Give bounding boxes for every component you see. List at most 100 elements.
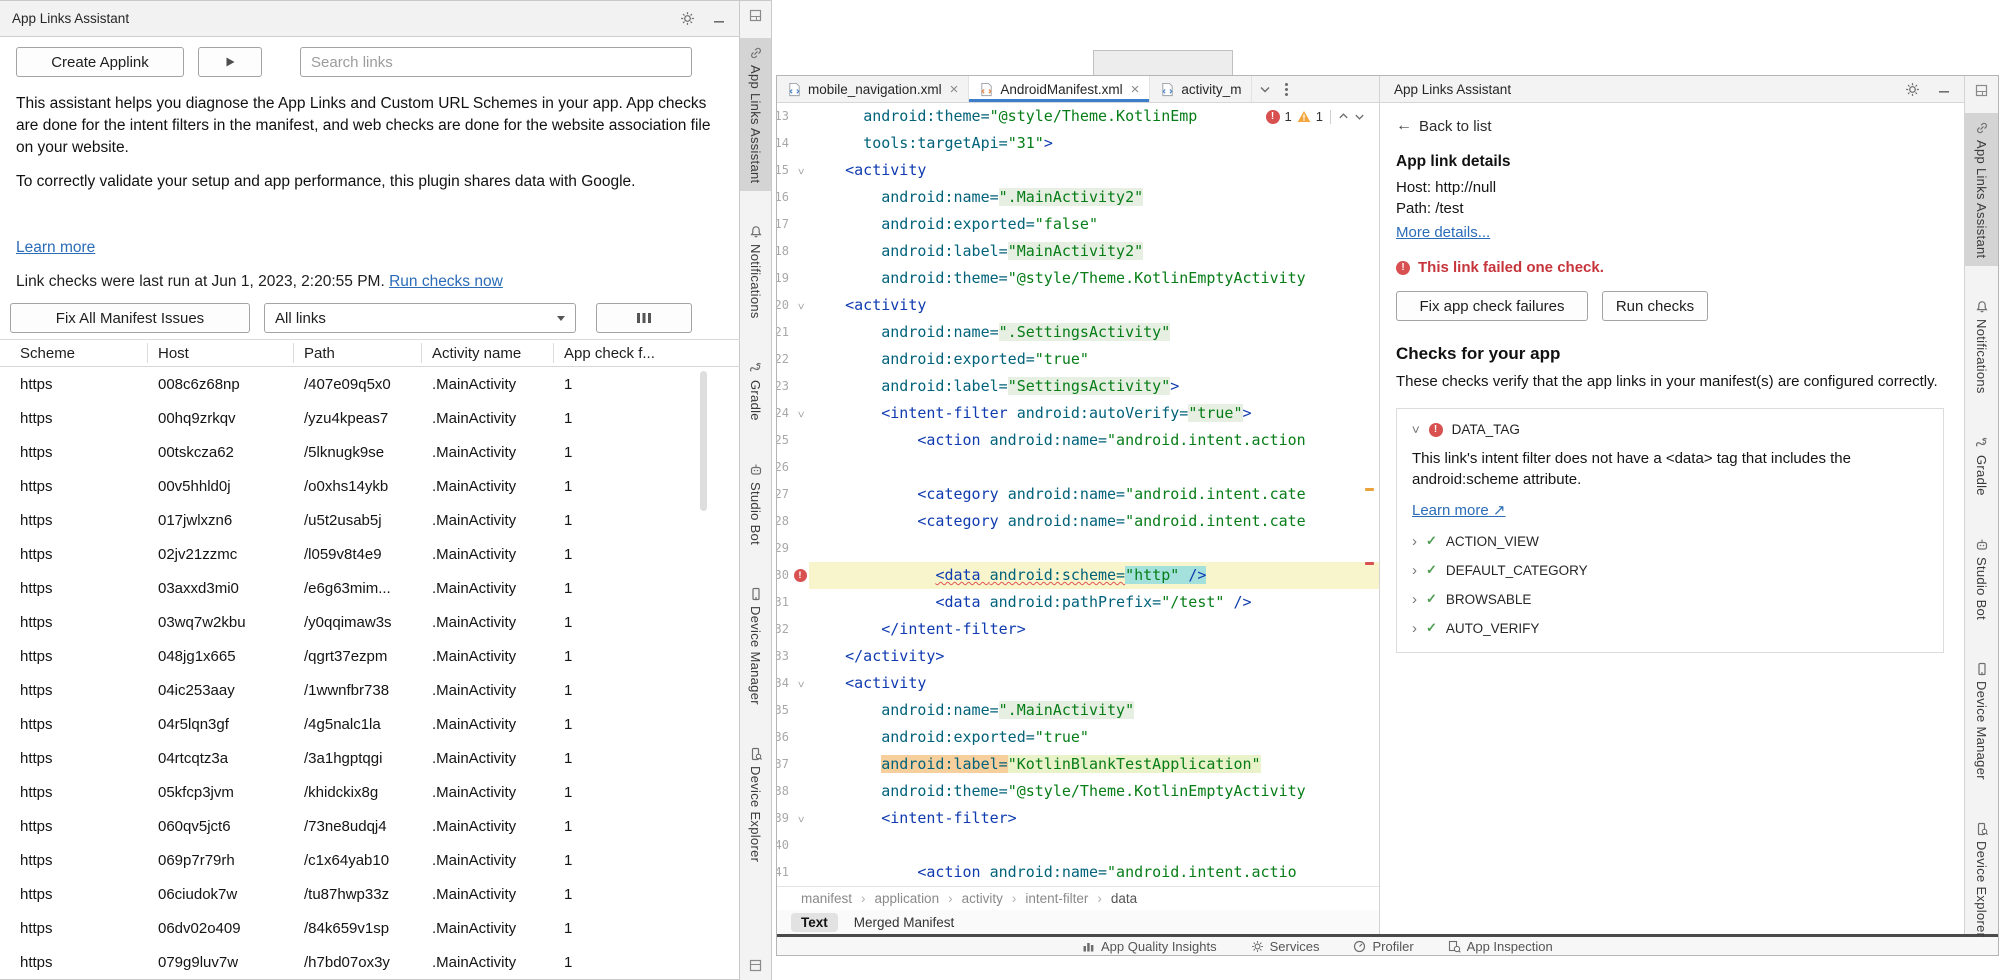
gear-icon[interactable] <box>1905 82 1920 97</box>
fold-icon[interactable] <box>797 291 803 320</box>
table-row[interactable]: https06dv02o409/84k659v1sp.MainActivity1 <box>0 911 740 945</box>
table-row[interactable]: https04rtcqtz3a/3a1hgptqgi.MainActivity1 <box>0 741 740 775</box>
tool-window-icon[interactable] <box>749 9 762 22</box>
code-line[interactable]: 29 <box>777 535 1379 562</box>
tab-text[interactable]: Text <box>791 913 838 932</box>
editor-tab-mobile-navigation-xml[interactable]: mobile_navigation.xml× <box>777 76 969 102</box>
table-row[interactable]: https05kfcp3jvm/khidckix8g.MainActivity1 <box>0 775 740 809</box>
column-header-host[interactable]: Host <box>148 343 294 363</box>
error-stripe-mark[interactable] <box>1365 562 1374 565</box>
tab-options-button[interactable] <box>1278 76 1295 102</box>
run-checks-now-link[interactable]: Run checks now <box>389 273 503 290</box>
tool-strip-item-device-manager[interactable]: Device Manager <box>740 579 771 713</box>
code-line[interactable]: 14 tools:targetApi="31"> <box>777 130 1379 157</box>
breadcrumb-item[interactable]: activity <box>962 891 1003 906</box>
column-header-path[interactable]: Path <box>294 343 422 363</box>
chevron-down-icon[interactable] <box>1354 111 1365 122</box>
code-line[interactable]: 40 <box>777 832 1379 859</box>
table-row[interactable]: https03wq7w2kbu/y0qqimaw3s.MainActivity1 <box>0 605 740 639</box>
table-row[interactable]: https04r5lqn3gf/4g5nalc1la.MainActivity1 <box>0 707 740 741</box>
code-line[interactable]: 18 android:label="MainActivity2" <box>777 238 1379 265</box>
fold-icon[interactable] <box>797 804 803 833</box>
code-line[interactable]: 19 android:theme="@style/Theme.KotlinEmp… <box>777 265 1379 292</box>
passed-check-row[interactable]: ›✓AUTO_VERIFY <box>1412 620 1928 636</box>
breadcrumb-item[interactable]: application <box>875 891 940 906</box>
breadcrumb-item[interactable]: manifest <box>801 891 852 906</box>
code-line[interactable]: 16 android:name=".MainActivity2" <box>777 184 1379 211</box>
code-line[interactable]: 28 <category android:name="android.inten… <box>777 508 1379 535</box>
tool-strip-item-studio-bot[interactable]: Studio Bot <box>1965 530 1998 628</box>
fold-icon[interactable] <box>797 156 803 185</box>
search-links-input[interactable] <box>300 47 692 77</box>
tab-list-chevron-button[interactable] <box>1252 76 1278 102</box>
code-line[interactable]: 35 android:name=".MainActivity" <box>777 697 1379 724</box>
error-count-icon[interactable]: ! <box>1266 110 1280 124</box>
code-line[interactable]: 23 android:label="SettingsActivity"> <box>777 373 1379 400</box>
code-line[interactable]: 20 <activity <box>777 292 1379 319</box>
tool-strip-item-notifications[interactable]: Notifications <box>1965 292 1998 402</box>
code-line[interactable]: 30! <data android:scheme="http" /> <box>777 562 1379 589</box>
table-row[interactable]: https079g9luv7w/h7bd07ox3y.MainActivity1 <box>0 945 740 979</box>
breadcrumb-item[interactable]: intent-filter <box>1025 891 1088 906</box>
table-row[interactable]: https00hq9zrkqv/yzu4kpeas7.MainActivity1 <box>0 401 740 435</box>
passed-check-row[interactable]: ›✓BROWSABLE <box>1412 591 1928 607</box>
code-line[interactable]: 22 android:exported="true" <box>777 346 1379 373</box>
tool-window-button-profiler[interactable]: Profiler <box>1353 939 1413 954</box>
table-row[interactable]: https03axxd3mi0/e6g63mim....MainActivity… <box>0 571 740 605</box>
tool-strip-item-studio-bot[interactable]: Studio Bot <box>740 455 771 553</box>
error-icon[interactable]: ! <box>794 569 807 582</box>
close-icon[interactable]: × <box>950 82 959 97</box>
code-line[interactable]: 36 android:exported="true" <box>777 724 1379 751</box>
passed-check-row[interactable]: ›✓ACTION_VIEW <box>1412 533 1928 549</box>
tool-strip-item-gradle[interactable]: Gradle <box>740 353 771 429</box>
code-line[interactable]: 27 <category android:name="android.inten… <box>777 481 1379 508</box>
warning-icon[interactable] <box>1297 110 1311 123</box>
close-icon[interactable]: × <box>1131 82 1140 97</box>
tool-strip-item-gradle[interactable]: Gradle <box>1965 428 1998 504</box>
tool-strip-item-notifications[interactable]: Notifications <box>740 217 771 327</box>
tool-window-icon[interactable] <box>1975 84 1988 97</box>
more-details-link[interactable]: More details... <box>1396 224 1490 241</box>
links-filter-dropdown[interactable]: All links <box>264 303 576 333</box>
table-row[interactable]: https060qv5jct6/73ne8udqj4.MainActivity1 <box>0 809 740 843</box>
warning-stripe-mark[interactable] <box>1365 488 1374 491</box>
table-scrollbar[interactable] <box>700 371 707 511</box>
tool-window-icon[interactable] <box>749 959 762 972</box>
table-row[interactable]: https017jwlxzn6/u5t2usab5j.MainActivity1 <box>0 503 740 537</box>
code-line[interactable]: 15 <activity <box>777 157 1379 184</box>
tool-strip-item-app-links-assistant[interactable]: App Links Assistant <box>740 38 771 191</box>
fold-icon[interactable] <box>797 399 803 428</box>
code-line[interactable]: 26 <box>777 454 1379 481</box>
code-line[interactable]: 39 <intent-filter> <box>777 805 1379 832</box>
editor-tab-activity-m[interactable]: activity_m <box>1150 76 1252 102</box>
code-line[interactable]: 17 android:exported="false" <box>777 211 1379 238</box>
column-header-app-check[interactable]: App check f... <box>554 343 740 363</box>
tool-strip-item-device-manager[interactable]: Device Manager <box>1965 654 1998 788</box>
tool-strip-item-device-explorer[interactable]: Device Explorer <box>740 739 771 870</box>
tab-merged-manifest[interactable]: Merged Manifest <box>844 913 965 932</box>
table-row[interactable]: https048jg1x665/qgrt37ezpm.MainActivity1 <box>0 639 740 673</box>
code-line[interactable]: 33 </activity> <box>777 643 1379 670</box>
tool-strip-item-app-links-assistant[interactable]: App Links Assistant <box>1965 113 1998 266</box>
tool-window-button-app-inspection[interactable]: App Inspection <box>1448 939 1553 954</box>
column-header-scheme[interactable]: Scheme <box>0 343 148 363</box>
run-checks-button[interactable]: Run checks <box>1602 291 1708 321</box>
code-line[interactable]: 34 <activity <box>777 670 1379 697</box>
chevron-up-icon[interactable] <box>1338 111 1349 122</box>
table-row[interactable]: https02jv21zzmc/l059v8t4e9.MainActivity1 <box>0 537 740 571</box>
editor-tab-androidmanifest-xml[interactable]: AndroidManifest.xml× <box>969 76 1150 102</box>
passed-check-row[interactable]: ›✓DEFAULT_CATEGORY <box>1412 562 1928 578</box>
table-row[interactable]: https008c6z68np/407e09q5x0.MainActivity1 <box>0 367 740 401</box>
code-line[interactable]: 24 <intent-filter android:autoVerify="tr… <box>777 400 1379 427</box>
run-play-button[interactable] <box>198 47 262 77</box>
learn-more-link[interactable]: Learn more <box>16 239 95 256</box>
table-row[interactable]: https00v5hhld0j/o0xhs14ykb.MainActivity1 <box>0 469 740 503</box>
fix-app-check-failures-button[interactable]: Fix app check failures <box>1396 291 1588 321</box>
column-settings-button[interactable] <box>596 303 692 333</box>
fold-icon[interactable] <box>797 669 803 698</box>
code-line[interactable]: 32 </intent-filter> <box>777 616 1379 643</box>
minimize-icon[interactable] <box>1938 83 1950 95</box>
failed-check-row[interactable]: ! DATA_TAG <box>1412 422 1928 437</box>
minimize-icon[interactable] <box>713 13 725 25</box>
code-line[interactable]: 31 <data android:pathPrefix="/test" /> <box>777 589 1379 616</box>
